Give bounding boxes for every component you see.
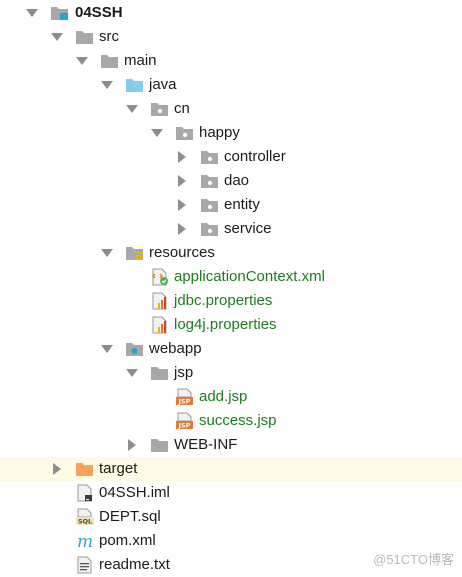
jsp-badge-text: JSP xyxy=(178,422,191,430)
tree-node-add-jsp[interactable]: JSP add.jsp xyxy=(0,385,462,409)
tree-node-jsp[interactable]: jsp xyxy=(0,361,462,385)
collapse-arrow-icon[interactable] xyxy=(100,337,114,361)
properties-file-icon xyxy=(150,316,170,334)
tree-node-04ssh-iml[interactable]: 04SSH.iml xyxy=(0,481,462,505)
tree-node-resources[interactable]: resources xyxy=(0,241,462,265)
expand-arrow-icon[interactable] xyxy=(175,217,189,241)
properties-file-icon xyxy=(150,292,170,310)
folder-icon xyxy=(150,436,170,454)
sql-file-icon: SQL xyxy=(75,508,95,526)
tree-node-label: WEB-INF xyxy=(174,436,238,453)
maven-file-icon: m xyxy=(75,532,95,550)
watermark: @51CTO博客 xyxy=(373,552,454,567)
collapse-arrow-icon[interactable] xyxy=(100,241,114,265)
excluded-folder-icon xyxy=(75,460,95,478)
jsp-file-icon: JSP xyxy=(175,412,195,430)
spring-xml-file-icon xyxy=(150,268,170,286)
tree-node-label: resources xyxy=(149,244,215,261)
tree-node-jdbc-properties[interactable]: jdbc.properties xyxy=(0,289,462,313)
tree-node-label: dao xyxy=(224,172,250,189)
tree-node-main[interactable]: main xyxy=(0,49,462,73)
tree-node-entity[interactable]: entity xyxy=(0,193,462,217)
folder-icon xyxy=(100,52,120,70)
sql-badge-text: SQL xyxy=(78,518,92,526)
tree-node-label: cn xyxy=(174,100,190,117)
tree-node-label: main xyxy=(124,52,157,69)
expand-arrow-icon[interactable] xyxy=(125,433,139,457)
tree-node-label: DEPT.sql xyxy=(99,508,161,525)
tree-node-cn[interactable]: cn xyxy=(0,97,462,121)
package-icon xyxy=(200,196,220,214)
collapse-arrow-icon[interactable] xyxy=(75,49,89,73)
maven-badge-text: m xyxy=(77,532,93,550)
tree-node-label: applicationContext.xml xyxy=(174,268,325,285)
tree-node-webapp[interactable]: webapp xyxy=(0,337,462,361)
collapse-arrow-icon[interactable] xyxy=(125,97,139,121)
package-icon xyxy=(200,148,220,166)
package-icon xyxy=(200,220,220,238)
tree-node-target[interactable]: target xyxy=(0,457,462,481)
jsp-badge-text: JSP xyxy=(178,398,191,406)
package-icon xyxy=(150,100,170,118)
project-tree: 04SSH src main java cn happy controller … xyxy=(0,0,462,576)
module-folder-icon xyxy=(50,4,70,22)
tree-node-web-inf[interactable]: WEB-INF xyxy=(0,433,462,457)
collapse-arrow-icon[interactable] xyxy=(100,73,114,97)
resources-root-folder-icon xyxy=(125,244,145,262)
package-icon xyxy=(175,124,195,142)
tree-node-src[interactable]: src xyxy=(0,25,462,49)
tree-node-label: target xyxy=(99,460,138,477)
tree-node-label: success.jsp xyxy=(199,412,277,429)
collapse-arrow-icon[interactable] xyxy=(125,361,139,385)
tree-node-04ssh[interactable]: 04SSH xyxy=(0,1,462,25)
source-root-folder-icon xyxy=(125,76,145,94)
tree-node-label: pom.xml xyxy=(99,532,156,549)
jsp-file-icon: JSP xyxy=(175,388,195,406)
tree-node-label: webapp xyxy=(149,340,202,357)
tree-node-service[interactable]: service xyxy=(0,217,462,241)
collapse-arrow-icon[interactable] xyxy=(150,121,164,145)
tree-node-java[interactable]: java xyxy=(0,73,462,97)
expand-arrow-icon[interactable] xyxy=(50,457,64,481)
tree-node-log4j-properties[interactable]: log4j.properties xyxy=(0,313,462,337)
tree-node-label: service xyxy=(224,220,272,237)
tree-node-label: entity xyxy=(224,196,260,213)
tree-node-dao[interactable]: dao xyxy=(0,169,462,193)
expand-arrow-icon[interactable] xyxy=(175,193,189,217)
folder-icon xyxy=(150,364,170,382)
text-file-icon xyxy=(75,556,95,574)
tree-node-label: 04SSH.iml xyxy=(99,484,170,501)
tree-node-label: jsp xyxy=(174,364,194,381)
folder-icon xyxy=(75,28,95,46)
expand-arrow-icon[interactable] xyxy=(175,145,189,169)
tree-node-dept-sql[interactable]: SQL DEPT.sql xyxy=(0,505,462,529)
web-folder-icon xyxy=(125,340,145,358)
iml-file-icon xyxy=(75,484,95,502)
tree-node-applicationcontext-xml[interactable]: applicationContext.xml xyxy=(0,265,462,289)
collapse-arrow-icon[interactable] xyxy=(25,1,39,25)
package-icon xyxy=(200,172,220,190)
tree-node-label: 04SSH xyxy=(75,4,123,21)
tree-node-label: log4j.properties xyxy=(174,316,277,333)
expand-arrow-icon[interactable] xyxy=(175,169,189,193)
tree-node-label: controller xyxy=(224,148,286,165)
tree-node-label: jdbc.properties xyxy=(174,292,273,309)
tree-node-happy[interactable]: happy xyxy=(0,121,462,145)
tree-node-label: src xyxy=(99,28,119,45)
tree-node-controller[interactable]: controller xyxy=(0,145,462,169)
tree-node-success-jsp[interactable]: JSP success.jsp xyxy=(0,409,462,433)
tree-node-label: happy xyxy=(199,124,240,141)
collapse-arrow-icon[interactable] xyxy=(50,25,64,49)
tree-node-label: add.jsp xyxy=(199,388,248,405)
tree-node-label: java xyxy=(149,76,177,93)
tree-node-label: readme.txt xyxy=(99,556,170,573)
